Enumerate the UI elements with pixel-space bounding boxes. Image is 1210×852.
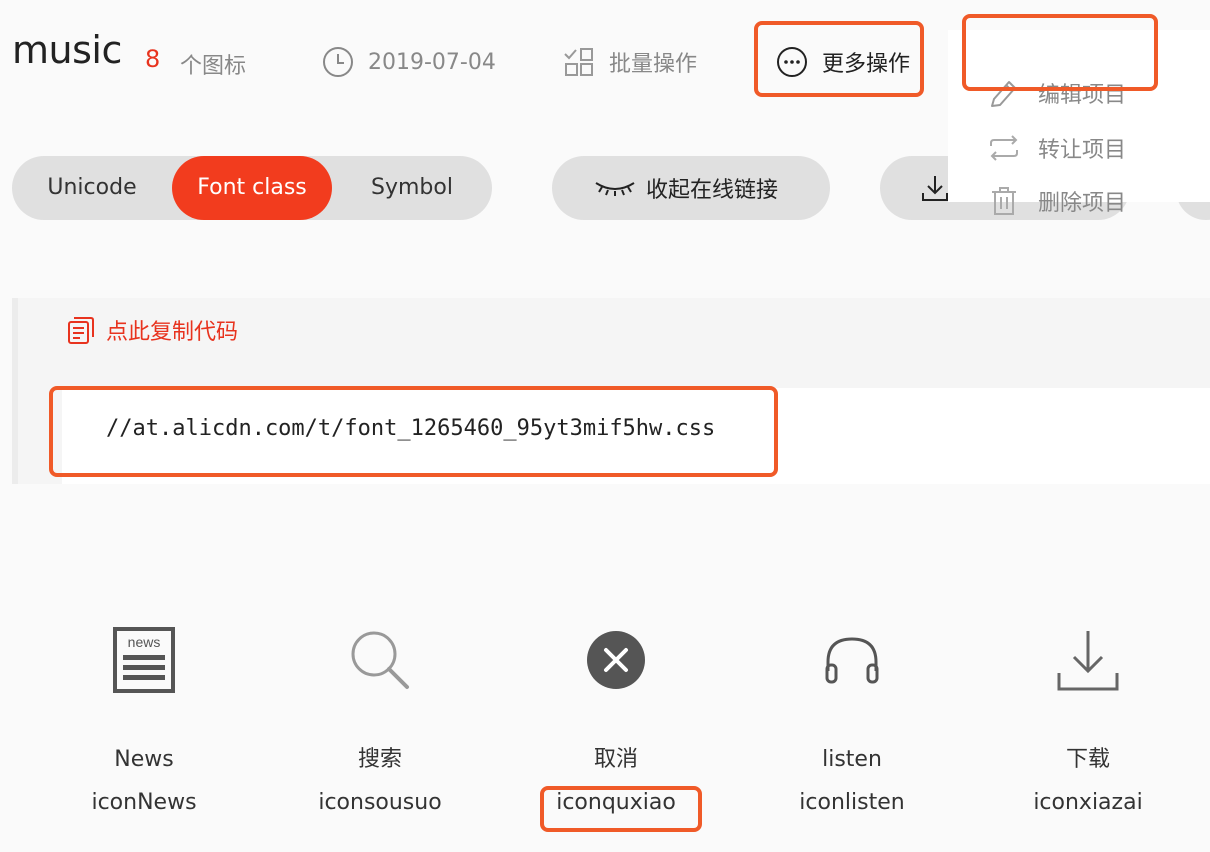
transfer-icon: [990, 135, 1018, 161]
more-operations-label: 更多操作: [822, 52, 911, 77]
headphones-icon: [825, 637, 879, 684]
grid-check-icon: [564, 48, 593, 76]
menu-item-transfer-project[interactable]: 转让项目: [988, 128, 1126, 168]
download-icon: [1057, 631, 1119, 691]
batch-operation-label: 批量操作: [609, 52, 698, 77]
tab-symbol[interactable]: Symbol: [348, 156, 476, 220]
collapse-online-link-button[interactable]: 收起在线链接: [552, 156, 830, 220]
search-icon: [351, 631, 409, 689]
cancel-icon: [587, 631, 645, 689]
tab-font-class[interactable]: Font class: [172, 156, 332, 220]
menu-item-edit-project[interactable]: 编辑项目: [988, 73, 1126, 113]
icon-card[interactable]: 下载 iconxiazai: [970, 600, 1206, 818]
copy-code-link[interactable]: 点此复制代码: [66, 314, 238, 346]
clock-icon: [323, 47, 353, 77]
icon-name: News: [114, 747, 174, 772]
batch-operation-button[interactable]: 批量操作: [563, 42, 697, 82]
icon-card[interactable]: 取消 iconquxiao: [498, 600, 734, 818]
code-box: //at.alicdn.com/t/font_1265460_95yt3mif5…: [62, 388, 1210, 484]
iconfont-project-page: music 8 个图标 2019-07-04 批量操作 更多操作 Unicode…: [0, 0, 1210, 852]
icon-count-label: 个图标: [180, 54, 247, 79]
closed-eye-icon: [595, 182, 635, 196]
project-title: music: [12, 28, 122, 72]
icon-font-class[interactable]: iconsousuo: [262, 788, 498, 818]
online-link-panel: 点此复制代码 //at.alicdn.com/t/font_1265460_95…: [12, 298, 1210, 484]
pencil-icon: [991, 81, 1016, 107]
icon-name: 取消: [593, 747, 638, 772]
svg-text:news: news: [128, 634, 161, 650]
icon-font-class[interactable]: iconNews: [26, 788, 262, 818]
icon-card[interactable]: listen iconlisten: [734, 600, 970, 818]
download-icon: [922, 176, 948, 201]
collapse-online-link-label: 收起在线链接: [646, 178, 779, 203]
icon-font-class[interactable]: iconlisten: [734, 788, 970, 818]
icon-name: 搜索: [357, 747, 402, 772]
code-format-tabs: Unicode Font class Symbol: [12, 156, 492, 220]
trash-icon: [992, 187, 1016, 215]
icon-card[interactable]: news News iconNews: [26, 600, 262, 818]
icon-font-class[interactable]: iconquxiao: [498, 788, 734, 818]
tab-unicode[interactable]: Unicode: [28, 156, 156, 220]
created-date: 2019-07-04: [322, 42, 496, 82]
icon-name: listen: [822, 747, 882, 772]
news-icon: news: [113, 627, 175, 693]
icon-name: 下载: [1065, 747, 1110, 772]
more-operations-menu: 编辑项目 转让项目 删除项目: [948, 30, 1210, 216]
menu-item-delete-project[interactable]: 删除项目: [988, 181, 1126, 221]
menu-item-label: 编辑项目: [1038, 83, 1127, 108]
icon-card[interactable]: 搜索 iconsousuo: [262, 600, 498, 818]
icon-font-class[interactable]: iconxiazai: [970, 788, 1206, 818]
copy-code-label: 点此复制代码: [106, 320, 239, 345]
menu-item-label: 转让项目: [1038, 138, 1127, 163]
more-dots-icon: [777, 47, 807, 77]
css-url[interactable]: //at.alicdn.com/t/font_1265460_95yt3mif5…: [106, 416, 715, 441]
copy-icon: [68, 317, 94, 344]
date-text: 2019-07-04: [368, 49, 496, 75]
menu-item-label: 删除项目: [1038, 191, 1127, 216]
more-operations-button[interactable]: 更多操作: [776, 42, 910, 82]
icon-count: 8: [145, 45, 161, 73]
